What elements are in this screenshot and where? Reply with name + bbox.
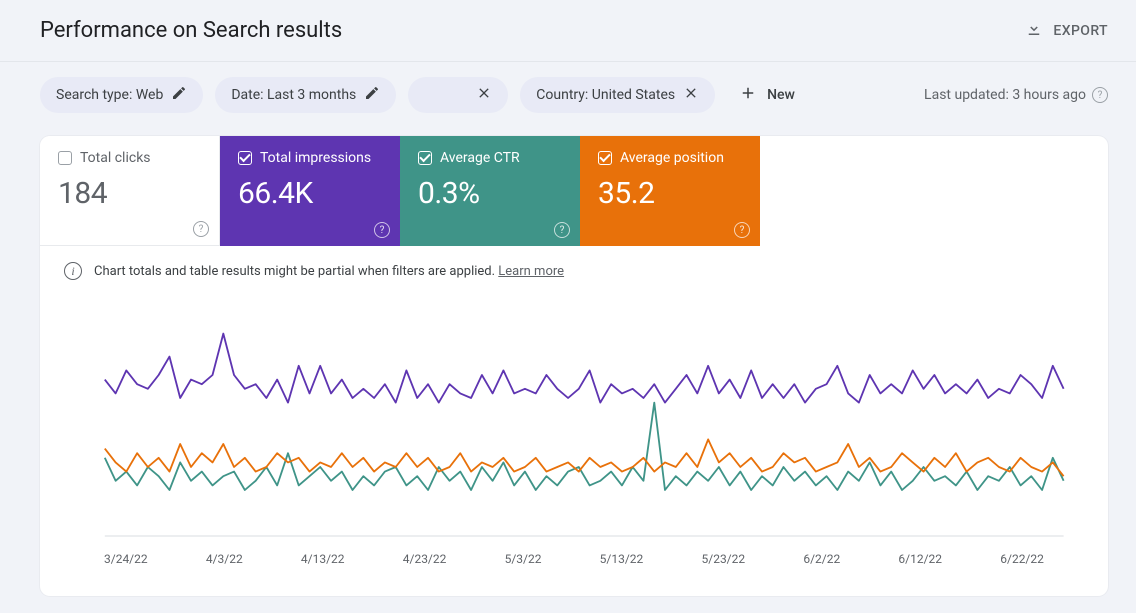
add-filter-button[interactable]: New xyxy=(727,76,807,114)
help-icon[interactable]: ? xyxy=(554,222,570,238)
x-tick: 6/2/22 xyxy=(803,552,840,566)
metric-impressions-value: 66.4K xyxy=(238,176,382,211)
metric-impressions-label: Total impressions xyxy=(260,150,371,166)
export-button[interactable]: EXPORT xyxy=(1025,20,1108,42)
plus-icon xyxy=(739,84,757,106)
x-tick: 4/13/22 xyxy=(301,552,345,566)
filter-country[interactable]: Country: United States xyxy=(520,77,715,113)
x-tick: 3/24/22 xyxy=(104,552,148,566)
add-filter-label: New xyxy=(767,87,795,103)
performance-chart xyxy=(64,296,1084,546)
filter-country-label: Country: United States xyxy=(536,87,675,103)
chart-area: 3/24/22 4/3/22 4/13/22 4/23/22 5/3/22 5/13/22… xyxy=(40,286,1108,596)
metric-row: Total clicks 184 ? Total impressions 66.… xyxy=(40,136,1108,246)
info-banner: i Chart totals and table results might b… xyxy=(40,246,1108,286)
metric-ctr-label: Average CTR xyxy=(440,150,520,166)
close-icon[interactable] xyxy=(476,85,492,105)
metric-impressions[interactable]: Total impressions 66.4K ? xyxy=(220,136,400,246)
page-title: Performance on Search results xyxy=(40,18,342,43)
last-updated-text: Last updated: 3 hours ago xyxy=(924,87,1086,103)
checkbox-icon xyxy=(598,151,612,165)
metric-clicks-label: Total clicks xyxy=(80,150,151,166)
filter-bar: Search type: Web Date: Last 3 months Cou… xyxy=(0,62,1136,128)
last-updated: Last updated: 3 hours ago ? xyxy=(924,87,1108,103)
filter-search-type[interactable]: Search type: Web xyxy=(40,77,203,113)
x-tick: 6/12/22 xyxy=(898,552,942,566)
chart-x-axis: 3/24/22 4/3/22 4/13/22 4/23/22 5/3/22 5/13/22… xyxy=(64,546,1084,566)
close-icon[interactable] xyxy=(683,85,699,105)
metric-position-value: 35.2 xyxy=(598,176,742,211)
x-tick: 6/22/22 xyxy=(1000,552,1044,566)
metric-clicks-value: 184 xyxy=(58,176,201,211)
filter-date-label: Date: Last 3 months xyxy=(231,87,356,103)
pencil-icon xyxy=(171,85,187,105)
help-icon[interactable]: ? xyxy=(193,221,209,237)
metric-ctr-value: 0.3% xyxy=(418,176,562,211)
x-tick: 5/3/22 xyxy=(505,552,542,566)
download-icon xyxy=(1025,20,1043,42)
page-header: Performance on Search results EXPORT xyxy=(0,0,1136,62)
x-tick: 4/3/22 xyxy=(206,552,243,566)
metric-ctr[interactable]: Average CTR 0.3% ? xyxy=(400,136,580,246)
checkbox-icon xyxy=(418,151,432,165)
checkbox-icon xyxy=(58,151,72,165)
filter-date[interactable]: Date: Last 3 months xyxy=(215,77,396,113)
metric-position-label: Average position xyxy=(620,150,724,166)
x-tick: 5/23/22 xyxy=(702,552,746,566)
help-icon[interactable]: ? xyxy=(734,222,750,238)
help-icon[interactable]: ? xyxy=(1092,87,1108,103)
performance-card: Total clicks 184 ? Total impressions 66.… xyxy=(40,136,1108,596)
pencil-icon xyxy=(364,85,380,105)
help-icon[interactable]: ? xyxy=(374,222,390,238)
filter-blank[interactable] xyxy=(408,77,508,113)
info-icon: i xyxy=(64,262,82,280)
metric-position[interactable]: Average position 35.2 ? xyxy=(580,136,760,246)
learn-more-link[interactable]: Learn more xyxy=(498,264,564,279)
checkbox-icon xyxy=(238,151,252,165)
x-tick: 5/13/22 xyxy=(600,552,644,566)
x-tick: 4/23/22 xyxy=(403,552,447,566)
filter-search-type-label: Search type: Web xyxy=(56,87,163,103)
export-label: EXPORT xyxy=(1053,23,1108,39)
metric-clicks[interactable]: Total clicks 184 ? xyxy=(40,136,220,246)
banner-text: Chart totals and table results might be … xyxy=(94,264,495,279)
